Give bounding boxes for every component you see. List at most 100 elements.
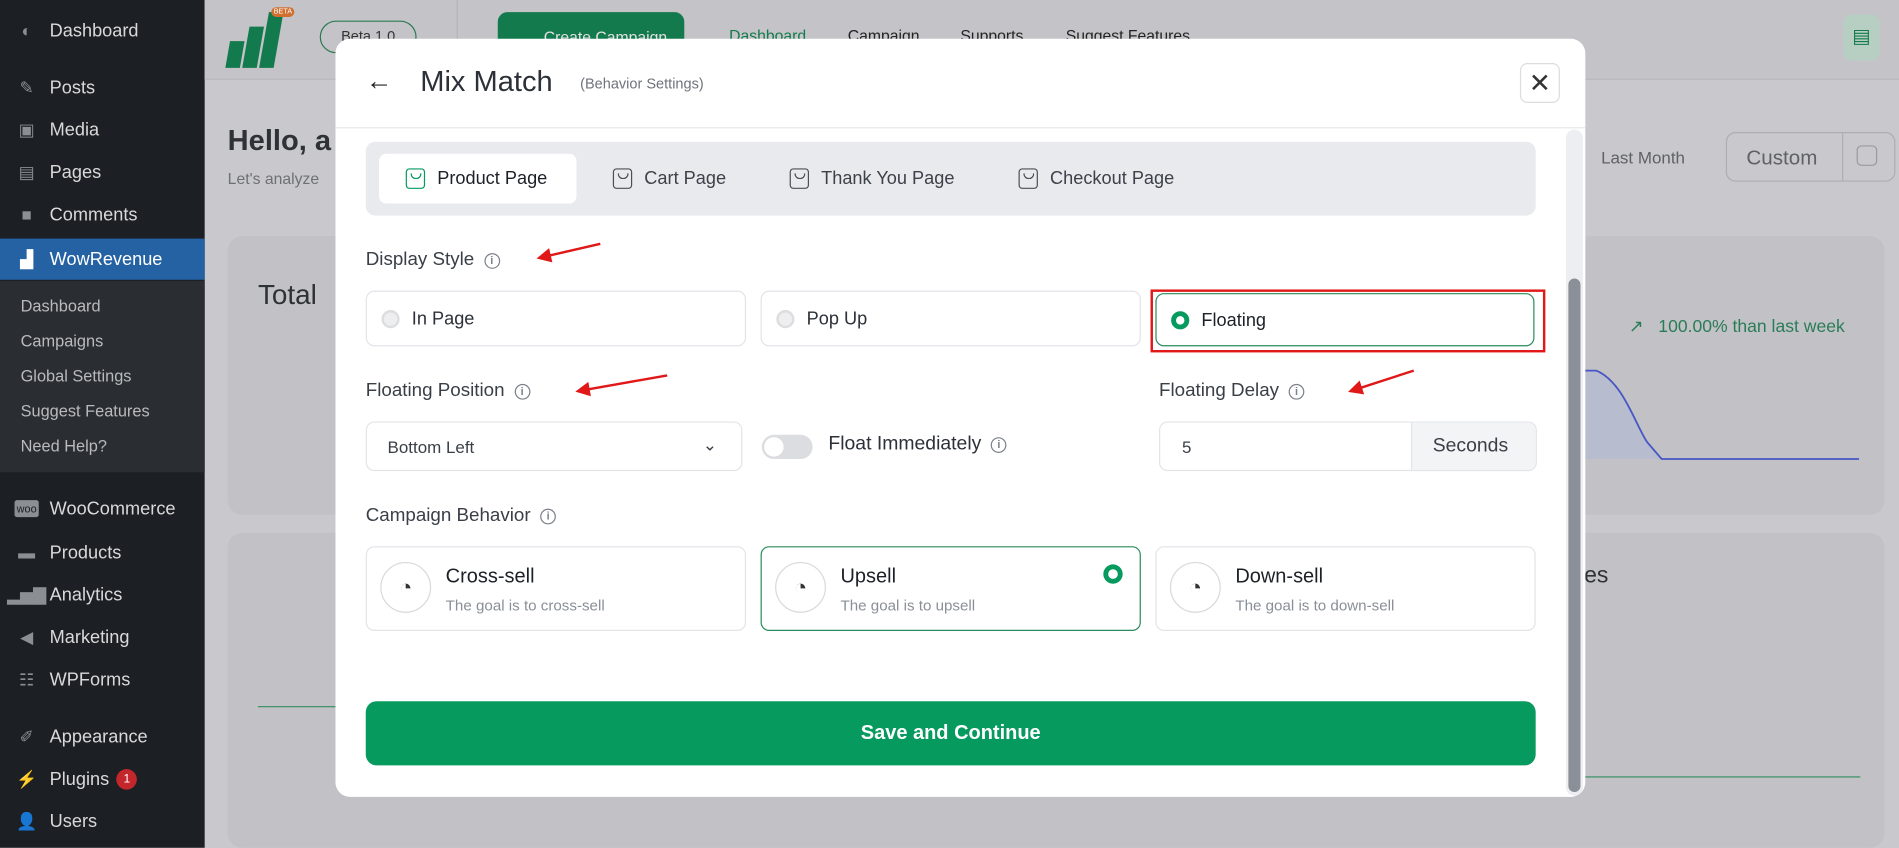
float-immediately-toggle[interactable] (761, 434, 813, 460)
media-icon: ▣ (18, 119, 35, 139)
floating-delay-field: 5 Seconds (1159, 421, 1537, 472)
greeting: Hello, a (227, 124, 332, 158)
shopping-bag-icon (405, 168, 426, 189)
sidebar-item-marketing[interactable]: ◀ Marketing (0, 616, 205, 657)
last-month-button[interactable]: Last Month (1601, 148, 1685, 167)
radio-icon (776, 309, 795, 328)
behavior-settings-modal: ← Mix Match (Behavior Settings) ✕ Produc… (335, 38, 1586, 797)
submenu-global-settings[interactable]: Global Settings (21, 367, 132, 385)
floating-position-select[interactable]: Bottom Left ⌄ (365, 421, 743, 472)
dashboard-icon: ◐ (21, 20, 32, 40)
submenu-suggest-features[interactable]: Suggest Features (21, 402, 150, 420)
modal-title: Mix Match (420, 65, 553, 99)
woo-icon: woo (14, 500, 39, 518)
save-and-continue-button[interactable]: Save and Continue (365, 701, 1536, 766)
radio-selected-icon (1171, 310, 1190, 329)
floating-delay-label: Floating Delay i (1159, 380, 1305, 402)
form-icon: ☷ (19, 669, 35, 689)
pie-chart-icon: ◔ (775, 561, 826, 613)
pages-icon: ▤ (18, 161, 35, 182)
behavior-cross-sell[interactable]: ◔ Cross-sell The goal is to cross-sell (365, 546, 747, 631)
modal-subtitle: (Behavior Settings) (580, 75, 704, 93)
box-icon: ▬ (18, 542, 36, 562)
custom-button[interactable]: Custom (1746, 147, 1817, 171)
submenu-dashboard[interactable]: Dashboard (21, 297, 101, 315)
chart-area (1574, 370, 1662, 460)
floating-position-label: Floating Position i (366, 380, 530, 402)
sidebar-item-products[interactable]: ▬ Products (0, 532, 205, 573)
sidebar-item-wpforms[interactable]: ☷ WPForms (0, 659, 205, 700)
sidebar-item-woocommerce[interactable]: woo WooCommerce (0, 488, 205, 529)
float-immediately-label: Float Immediately i (828, 434, 1007, 456)
behavior-down-sell[interactable]: ◔ Down-sell The goal is to down-sell (1155, 546, 1536, 631)
display-style-in-page[interactable]: In Page (365, 290, 747, 347)
shopping-bag-icon (612, 168, 633, 189)
submenu-need-help[interactable]: Need Help? (21, 437, 107, 455)
second-card-title: es (1584, 563, 1609, 589)
page-tabs: Product Page Cart Page Thank You Page Ch… (365, 141, 1536, 216)
back-arrow-icon[interactable]: ← (366, 65, 393, 96)
sidebar-item-users[interactable]: 👤 Users (0, 801, 205, 842)
pin-icon: ✎ (19, 76, 34, 97)
comment-icon: ■ (21, 204, 32, 225)
sidebar-item-media[interactable]: ▣ Media (0, 109, 205, 150)
sidebar-item-plugins[interactable]: ⚡ Plugins 1 (0, 758, 205, 799)
greeting-subtitle: Let's analyze (227, 169, 320, 188)
submenu-campaigns[interactable]: Campaigns (21, 332, 104, 350)
info-icon[interactable]: i (483, 252, 500, 269)
sidebar-item-appearance[interactable]: ✐ Appearance (0, 716, 205, 757)
display-style-label: Display Style i (366, 249, 500, 271)
annotation-arrow (577, 374, 668, 393)
wowrevenue-logo: BETA (225, 7, 295, 68)
date-range-control: Custom (1725, 132, 1896, 182)
modal-header: ← Mix Match (Behavior Settings) ✕ (335, 39, 1586, 129)
bar-chart-icon: ▂▅▇ (7, 584, 47, 604)
sidebar-item-comments[interactable]: ■ Comments (0, 194, 205, 235)
info-icon[interactable]: i (540, 508, 557, 524)
chevron-down-icon: ⌄ (702, 434, 717, 455)
scrollbar-thumb[interactable] (1568, 278, 1581, 793)
trend-text: ↗ 100.00% than last week (1628, 317, 1845, 337)
pie-chart-icon: ◔ (1169, 561, 1221, 613)
info-icon[interactable]: i (514, 383, 530, 400)
calendar-icon[interactable] (1856, 145, 1878, 166)
plugins-update-badge: 1 (116, 768, 138, 790)
admin-sidebar: ◐ Dashboard ✎ Posts ▣ Media ▤ Pages ■ Comment… (0, 0, 205, 848)
info-icon[interactable]: i (991, 436, 1007, 453)
card-title: Total (257, 278, 317, 311)
plug-icon: ⚡ (16, 768, 38, 788)
sidebar-item-posts[interactable]: ✎ Posts (0, 67, 205, 108)
trend-line-chart (1574, 369, 1860, 460)
tab-cart-page[interactable]: Cart Page (612, 154, 726, 204)
shopping-bag-icon (789, 168, 810, 189)
radio-selected-icon (1103, 564, 1123, 584)
tab-checkout-page[interactable]: Checkout Page (1018, 154, 1174, 204)
display-style-pop-up[interactable]: Pop Up (760, 290, 1141, 347)
sidebar-item-dashboard[interactable]: ◐ Dashboard (0, 10, 205, 51)
document-icon[interactable]: ▤ (1843, 14, 1880, 61)
close-icon[interactable]: ✕ (1519, 62, 1560, 103)
behavior-upsell[interactable]: ◔ Upsell The goal is to upsell (760, 546, 1141, 631)
tab-thank-you-page[interactable]: Thank You Page (789, 154, 954, 204)
pie-chart-icon: ◔ (380, 561, 432, 613)
user-icon: 👤 (16, 810, 38, 831)
info-icon[interactable]: i (1288, 383, 1305, 400)
wowrevenue-submenu: Dashboard Campaigns Global Settings Sugg… (0, 280, 205, 473)
tab-product-page[interactable]: Product Page (379, 153, 577, 204)
radio-icon (381, 309, 400, 328)
brush-icon: ✐ (19, 726, 34, 746)
sidebar-item-pages[interactable]: ▤ Pages (0, 151, 205, 192)
shopping-bag-icon (1018, 168, 1038, 189)
sidebar-item-analytics[interactable]: ▂▅▇ Analytics (0, 574, 205, 615)
floating-delay-unit: Seconds (1410, 422, 1536, 470)
sidebar-item-wowrevenue[interactable]: ▟ WowRevenue (0, 238, 205, 280)
annotation-arrow (1350, 369, 1415, 393)
annotation-arrow (538, 242, 601, 260)
display-style-floating[interactable]: Floating (1155, 293, 1535, 347)
floating-delay-input[interactable]: 5 (1182, 437, 1191, 456)
scrollbar-track[interactable] (1565, 129, 1583, 796)
wowrevenue-icon: ▟ (20, 248, 34, 269)
campaign-behavior-label: Campaign Behavior i (366, 505, 557, 527)
megaphone-icon: ◀ (20, 626, 34, 647)
trend-up-icon: ↗ (1628, 317, 1644, 337)
